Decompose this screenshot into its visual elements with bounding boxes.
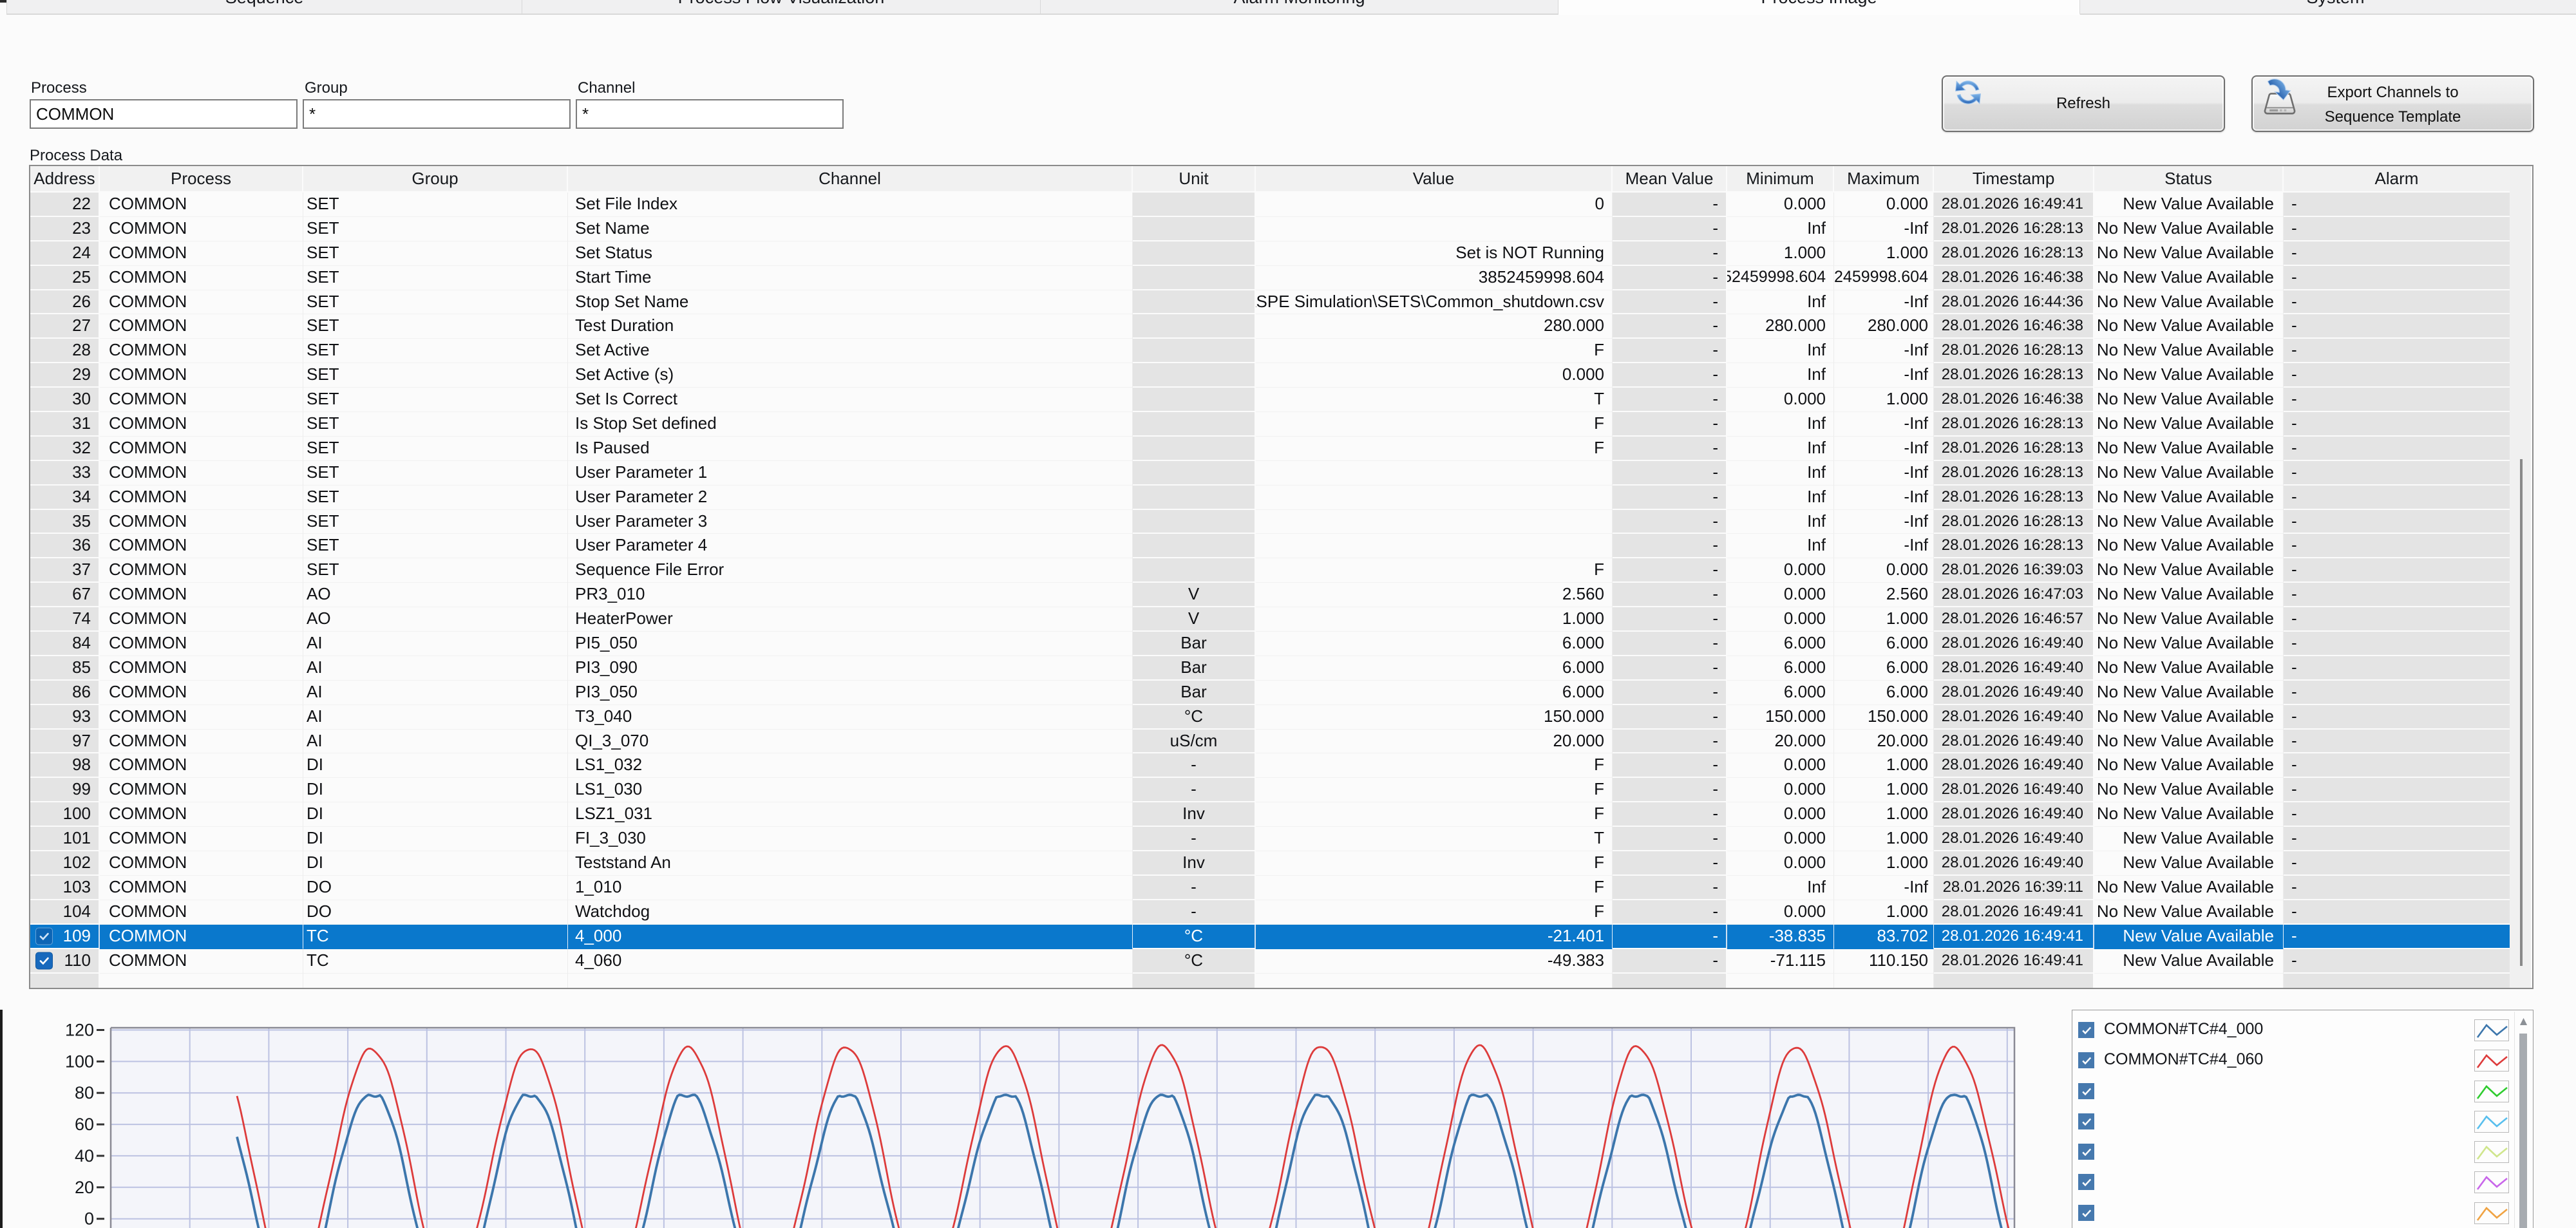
svg-text:120: 120	[65, 1021, 94, 1040]
svg-text:0: 0	[84, 1209, 94, 1228]
svg-text:80: 80	[75, 1083, 94, 1102]
svg-text:40: 40	[75, 1146, 94, 1166]
svg-text:100: 100	[65, 1052, 94, 1071]
svg-text:20: 20	[75, 1178, 94, 1197]
svg-text:60: 60	[75, 1115, 94, 1134]
